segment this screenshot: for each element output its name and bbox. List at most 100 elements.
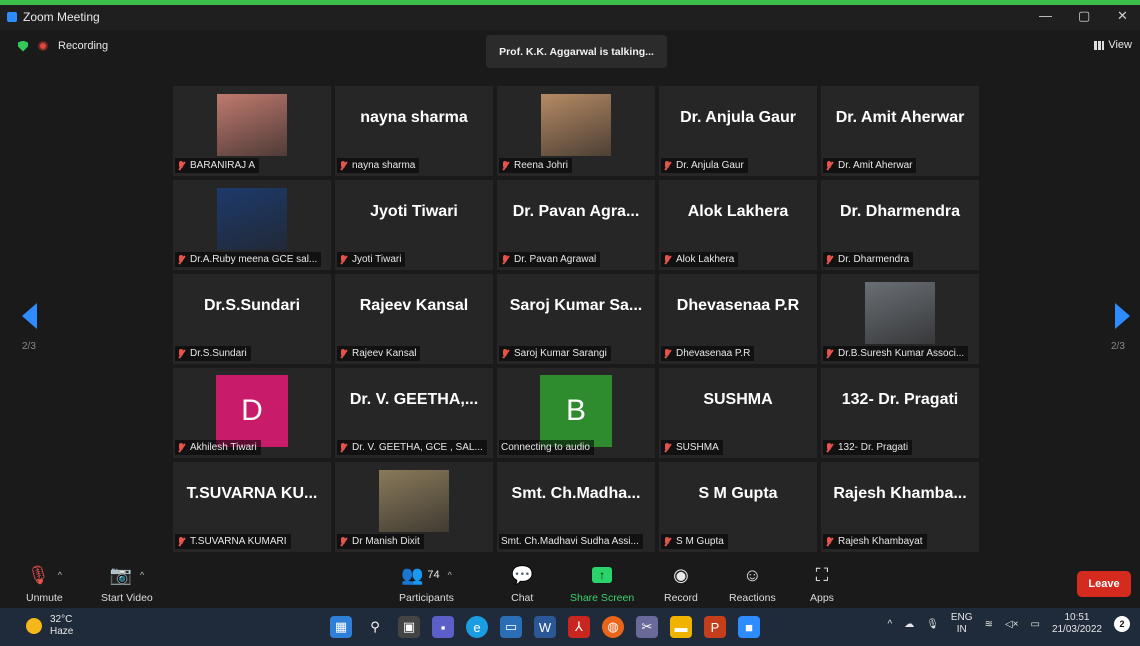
cloud-icon[interactable]: ☁	[904, 619, 914, 630]
task-view-icon[interactable]: ▣	[398, 616, 420, 638]
participant-name-label: S M Gupta	[661, 534, 728, 549]
leave-button[interactable]: Leave	[1077, 571, 1131, 597]
participant-tile[interactable]: SUSHMA SUSHMA	[659, 368, 817, 458]
participant-tile[interactable]: Dr Manish Dixit	[335, 462, 493, 552]
participant-name-label: BARANIRAJ A	[175, 158, 260, 173]
powerpoint-icon[interactable]: P	[704, 616, 726, 638]
close-button[interactable]: ✕	[1117, 8, 1128, 24]
participant-name-label: Dhevasenaa P.R	[661, 346, 755, 361]
audio-options-chevron-icon[interactable]: ^	[58, 570, 62, 580]
participant-tile[interactable]: BARANIRAJ A	[173, 86, 331, 176]
mic-muted-icon	[825, 348, 834, 359]
video-options-chevron-icon[interactable]: ^	[140, 570, 144, 580]
participant-display-name: Jyoti Tiwari	[370, 203, 458, 220]
snipping-tool-icon[interactable]: ✂	[636, 616, 658, 638]
participant-tile[interactable]: D Akhilesh Tiwari	[173, 368, 331, 458]
share-indicator-bar	[0, 0, 1140, 5]
speaker-muted-icon[interactable]: ◁×	[1005, 619, 1019, 630]
participant-name-label: Dr. Anjula Gaur	[661, 158, 748, 173]
participant-tile[interactable]: Dhevasenaa P.R Dhevasenaa P.R	[659, 274, 817, 364]
firefox-icon[interactable]: ◍	[602, 616, 624, 638]
participants-icon: 👥	[400, 564, 424, 585]
share-screen-button[interactable]: ↑ Share Screen	[570, 564, 634, 604]
clock[interactable]: 10:51 21/03/2022	[1052, 612, 1102, 636]
view-button[interactable]: View	[1094, 39, 1132, 51]
participant-name-label: T.SUVARNA KUMARI	[175, 534, 291, 549]
file-explorer-icon[interactable]: ▬	[670, 616, 692, 638]
taskbar-apps: ▦ ⚲ ▣ ▪ e ▭ W ⅄ ◍ ✂ ▬ P ■	[330, 616, 760, 638]
participant-tile[interactable]: Saroj Kumar Sa... Saroj Kumar Sarangi	[497, 274, 655, 364]
desktop-icon[interactable]: ▭	[500, 616, 522, 638]
search-icon[interactable]: ⚲	[364, 616, 386, 638]
participants-chevron-icon[interactable]: ^	[448, 570, 452, 580]
participant-tile[interactable]: Dr. Anjula Gaur Dr. Anjula Gaur	[659, 86, 817, 176]
participant-tile[interactable]: Alok Lakhera Alok Lakhera	[659, 180, 817, 270]
microphone-icon[interactable]: 🎙	[926, 619, 939, 630]
participant-name-label: Dr. Pavan Agrawal	[499, 252, 601, 267]
next-page-arrow-icon[interactable]	[1115, 303, 1130, 329]
zoom-logo-icon	[7, 12, 17, 22]
mic-muted-icon	[825, 442, 834, 453]
acrobat-icon[interactable]: ⅄	[568, 616, 590, 638]
teams-chat-icon[interactable]: ▪	[432, 616, 454, 638]
chat-label: Chat	[511, 592, 534, 604]
participants-button[interactable]: 👥 74 ^ Participants	[399, 564, 454, 605]
start-icon[interactable]: ▦	[330, 616, 352, 638]
reactions-button[interactable]: ☺ Reactions	[729, 564, 776, 605]
start-video-button[interactable]: 📷 ^ Start Video	[101, 564, 153, 605]
mic-muted-icon	[663, 254, 672, 265]
participant-tile[interactable]: Dr.S.Sundari Dr.S.Sundari	[173, 274, 331, 364]
participant-tile[interactable]: 132- Dr. Pragati 132- Dr. Pragati	[821, 368, 979, 458]
restore-button[interactable]: ▢	[1078, 8, 1090, 24]
chat-button[interactable]: 💬 Chat	[511, 564, 534, 605]
chat-icon: 💬	[511, 564, 534, 585]
participant-name-label: Saroj Kumar Sarangi	[499, 346, 611, 361]
participant-tile[interactable]: S M Gupta S M Gupta	[659, 462, 817, 552]
participant-tile[interactable]: Rajeev Kansal Rajeev Kansal	[335, 274, 493, 364]
participant-display-name: Dr. Anjula Gaur	[680, 109, 796, 126]
edge-icon[interactable]: e	[466, 616, 488, 638]
participant-tile[interactable]: nayna sharma nayna sharma	[335, 86, 493, 176]
record-button[interactable]: ◉ Record	[664, 564, 698, 605]
weather-widget[interactable]: 32°C Haze	[26, 614, 73, 638]
security-shield-icon[interactable]	[18, 40, 28, 52]
previous-page-arrow-icon[interactable]	[22, 303, 37, 329]
participant-tile[interactable]: T.SUVARNA KU... T.SUVARNA KUMARI	[173, 462, 331, 552]
zoom-taskbar-icon[interactable]: ■	[738, 616, 760, 638]
reactions-icon: ☺	[743, 564, 762, 585]
word-icon[interactable]: W	[534, 616, 556, 638]
show-hidden-icons-chevron-icon[interactable]: ^	[887, 619, 892, 630]
participant-display-name: Smt. Ch.Madha...	[511, 485, 641, 502]
participant-tile[interactable]: Dr. Pavan Agra... Dr. Pavan Agrawal	[497, 180, 655, 270]
participant-tile[interactable]: Reena Johri	[497, 86, 655, 176]
participant-name: Saroj Kumar Sarangi	[514, 348, 607, 359]
grid-view-icon	[1094, 40, 1105, 50]
weather-sun-icon	[26, 618, 42, 634]
battery-icon[interactable]: ▭	[1030, 619, 1039, 630]
share-screen-label: Share Screen	[570, 592, 635, 604]
minimize-button[interactable]: —	[1039, 8, 1052, 23]
apps-button[interactable]: ⛶ Apps	[810, 564, 834, 605]
language-indicator[interactable]: ENG IN	[951, 612, 973, 636]
recording-label: Recording	[58, 40, 109, 52]
participant-name: Alok Lakhera	[676, 254, 735, 265]
participant-tile[interactable]: Dr. Dharmendra Dr. Dharmendra	[821, 180, 979, 270]
participant-name: Akhilesh Tiwari	[190, 442, 257, 453]
participant-tile[interactable]: Dr. Amit Aherwar Dr. Amit Aherwar	[821, 86, 979, 176]
wifi-icon[interactable]: ≋	[985, 619, 993, 630]
view-label: View	[1108, 39, 1132, 51]
participant-tile[interactable]: Dr.A.Ruby meena GCE sal...	[173, 180, 331, 270]
participant-tile[interactable]: Rajesh Khamba... Rajesh Khambayat	[821, 462, 979, 552]
participant-tile[interactable]: B Connecting to audio	[497, 368, 655, 458]
participant-display-name: SUSHMA	[703, 391, 773, 408]
unmute-button[interactable]: 🎙 ^ Unmute	[26, 564, 63, 605]
participant-display-name: Dr. Dharmendra	[839, 203, 961, 220]
participant-name-label: Connecting to audio	[499, 440, 594, 455]
participant-name: nayna sharma	[352, 160, 416, 171]
participant-tile[interactable]: Dr.B.Suresh Kumar Associ...	[821, 274, 979, 364]
participant-tile[interactable]: Jyoti Tiwari Jyoti Tiwari	[335, 180, 493, 270]
notification-badge[interactable]: 2	[1114, 616, 1130, 632]
participant-tile[interactable]: Smt. Ch.Madha... Smt. Ch.Madhavi Sudha As…	[497, 462, 655, 552]
participant-tile[interactable]: Dr. V. GEETHA,... Dr. V. GEETHA, GCE , SA…	[335, 368, 493, 458]
mic-muted-icon	[501, 160, 510, 171]
